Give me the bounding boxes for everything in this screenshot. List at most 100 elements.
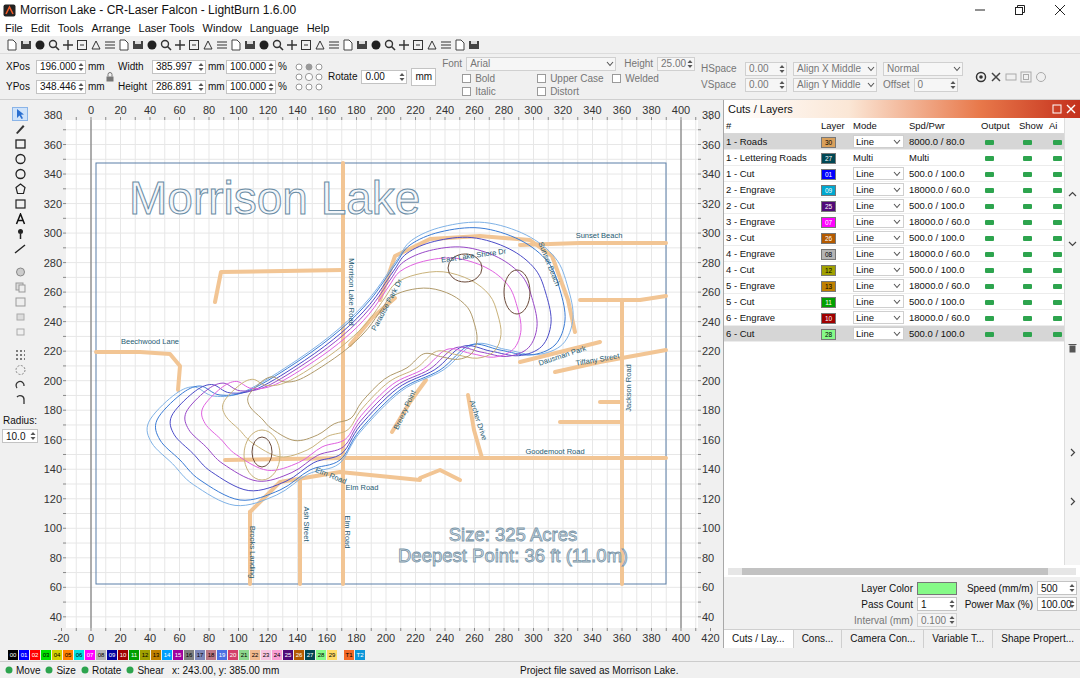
output-toggle[interactable]	[985, 156, 994, 161]
palette-swatch[interactable]: 12	[140, 650, 150, 660]
layer-row[interactable]: 5 - Engrave13Line18000.0 / 60.0	[724, 278, 1064, 294]
close-button[interactable]	[1040, 0, 1080, 20]
palette-swatch[interactable]: 21	[239, 650, 249, 660]
palette-swatch[interactable]: 23	[261, 650, 271, 660]
output-toggle[interactable]	[985, 332, 994, 337]
tool-icon[interactable]	[14, 153, 27, 165]
tool-icon[interactable]	[14, 123, 27, 135]
palette-swatch[interactable]: 24	[272, 650, 282, 660]
tool-button[interactable]	[13, 326, 27, 338]
close-icon[interactable]	[1055, 5, 1065, 15]
tool-button[interactable]	[13, 394, 27, 406]
tool-icon[interactable]	[14, 168, 27, 180]
panel-tab[interactable]: Cuts / Lay...	[724, 630, 794, 648]
number-field[interactable]: 25.00	[657, 57, 695, 71]
mode-dropdown[interactable]: Line	[853, 183, 904, 196]
tool-icon[interactable]	[14, 213, 27, 225]
layer-row[interactable]: 4 - Engrave08Line18000.0 / 60.0	[724, 246, 1064, 262]
palette-swatch[interactable]: 13	[151, 650, 161, 660]
palette-swatch[interactable]: 26	[294, 650, 304, 660]
chevron-down-icon[interactable]	[893, 187, 901, 193]
checkbox-row[interactable]: Bold	[462, 73, 537, 84]
tool-icon[interactable]	[14, 379, 27, 391]
tool-mode-icon[interactable]	[45, 666, 53, 674]
chevron-down-icon[interactable]	[893, 299, 901, 305]
toolbar-tool-icon[interactable]	[230, 39, 242, 51]
collapse-right-button[interactable]	[1068, 497, 1077, 506]
number-field[interactable]: 100.000	[226, 60, 276, 74]
tool-icon[interactable]	[14, 108, 27, 120]
toolbar-tool-icon[interactable]	[370, 39, 382, 51]
show-toggle[interactable]	[1023, 252, 1032, 257]
radius-field[interactable]: 10.0	[2, 429, 38, 443]
menu-item[interactable]: Language	[246, 22, 303, 34]
chevron-down-icon[interactable]	[893, 251, 901, 257]
palette-swatch[interactable]: 02	[30, 650, 40, 660]
mode-dropdown[interactable]: Line	[853, 167, 904, 180]
toolbar-tool-icon[interactable]	[118, 39, 130, 51]
toolbar-tool-icon[interactable]	[216, 39, 228, 51]
toolbar-tool-icon[interactable]	[90, 39, 102, 51]
spin-arrows-icon[interactable]	[950, 79, 956, 91]
panel-tab[interactable]: Variable T...	[924, 630, 993, 648]
tool-mode-icon[interactable]	[5, 666, 13, 674]
output-toggle[interactable]	[985, 220, 994, 225]
toolbar-tool-icon[interactable]	[440, 39, 452, 51]
layer-row[interactable]: 4 - Cut12Line500.0 / 100.0	[724, 262, 1064, 278]
palette-swatch[interactable]: 20	[228, 650, 238, 660]
palette-swatch[interactable]: 03	[41, 650, 51, 660]
tool-button[interactable]	[13, 183, 27, 195]
number-field[interactable]: 286.891	[152, 80, 206, 94]
palette-swatch[interactable]: 11	[129, 650, 139, 660]
expand-right-icon[interactable]	[1068, 448, 1077, 457]
chevron-down-icon[interactable]	[893, 267, 901, 273]
spin-arrows-icon[interactable]	[198, 81, 204, 93]
chevron-down-icon[interactable]	[893, 235, 901, 241]
chevron-down-icon[interactable]	[953, 66, 961, 72]
move-up-button[interactable]	[1068, 190, 1077, 199]
toolbar-tool-icon[interactable]	[104, 39, 116, 51]
toolbar-tool-icon[interactable]	[202, 39, 214, 51]
layer-color-swatch[interactable]	[917, 582, 957, 595]
move-down-icon[interactable]	[1068, 239, 1077, 248]
air-toggle[interactable]	[1053, 140, 1062, 145]
number-field[interactable]: 196.000	[36, 60, 86, 74]
spin-arrows-icon[interactable]	[78, 81, 84, 93]
air-toggle[interactable]	[1053, 156, 1062, 161]
show-toggle[interactable]	[1023, 268, 1032, 273]
toolbar-tool-icon[interactable]	[146, 39, 158, 51]
chevron-down-icon[interactable]	[893, 203, 901, 209]
show-toggle[interactable]	[1023, 188, 1032, 193]
number-field[interactable]: 348.446	[36, 80, 86, 94]
spin-arrows-icon[interactable]	[268, 81, 274, 93]
number-field[interactable]: 100.000	[226, 80, 276, 94]
text-path-icon[interactable]	[1005, 71, 1017, 83]
tool-button[interactable]	[13, 296, 27, 308]
dropdown[interactable]: Align X Middle	[793, 62, 877, 76]
output-toggle[interactable]	[985, 236, 994, 241]
number-field[interactable]: 0.00	[361, 70, 407, 84]
toolbar-tool-icon[interactable]	[468, 39, 480, 51]
panel-tab[interactable]: Shape Propert...	[993, 630, 1080, 648]
tool-button[interactable]	[13, 228, 27, 240]
status-tool[interactable]: Move	[5, 665, 40, 676]
spin-arrows-icon[interactable]	[949, 598, 955, 610]
weld-icon[interactable]	[990, 71, 1002, 83]
toolbar-tool-icon[interactable]	[328, 39, 340, 51]
air-toggle[interactable]	[1053, 284, 1062, 289]
trash-icon[interactable]	[1068, 343, 1077, 353]
tool-icon[interactable]	[14, 349, 27, 361]
lake-map[interactable]: Morrison LakeSize: 325 AcresDeepest Poin…	[96, 163, 666, 584]
palette-swatch[interactable]: 19	[217, 650, 227, 660]
show-toggle[interactable]	[1023, 236, 1032, 241]
move-up-icon[interactable]	[1068, 190, 1077, 199]
tool-button[interactable]	[13, 349, 27, 361]
checkbox-row[interactable]: Upper Case	[537, 73, 612, 84]
layer-row[interactable]: 2 - Engrave09Line18000.0 / 60.0	[724, 182, 1064, 198]
output-toggle[interactable]	[985, 300, 994, 305]
show-toggle[interactable]	[1023, 284, 1032, 289]
air-toggle[interactable]	[1053, 252, 1062, 257]
toolbar-tool-icon[interactable]	[62, 39, 74, 51]
spin-arrows-icon[interactable]	[268, 61, 274, 73]
spin-arrows-icon[interactable]	[30, 430, 36, 442]
